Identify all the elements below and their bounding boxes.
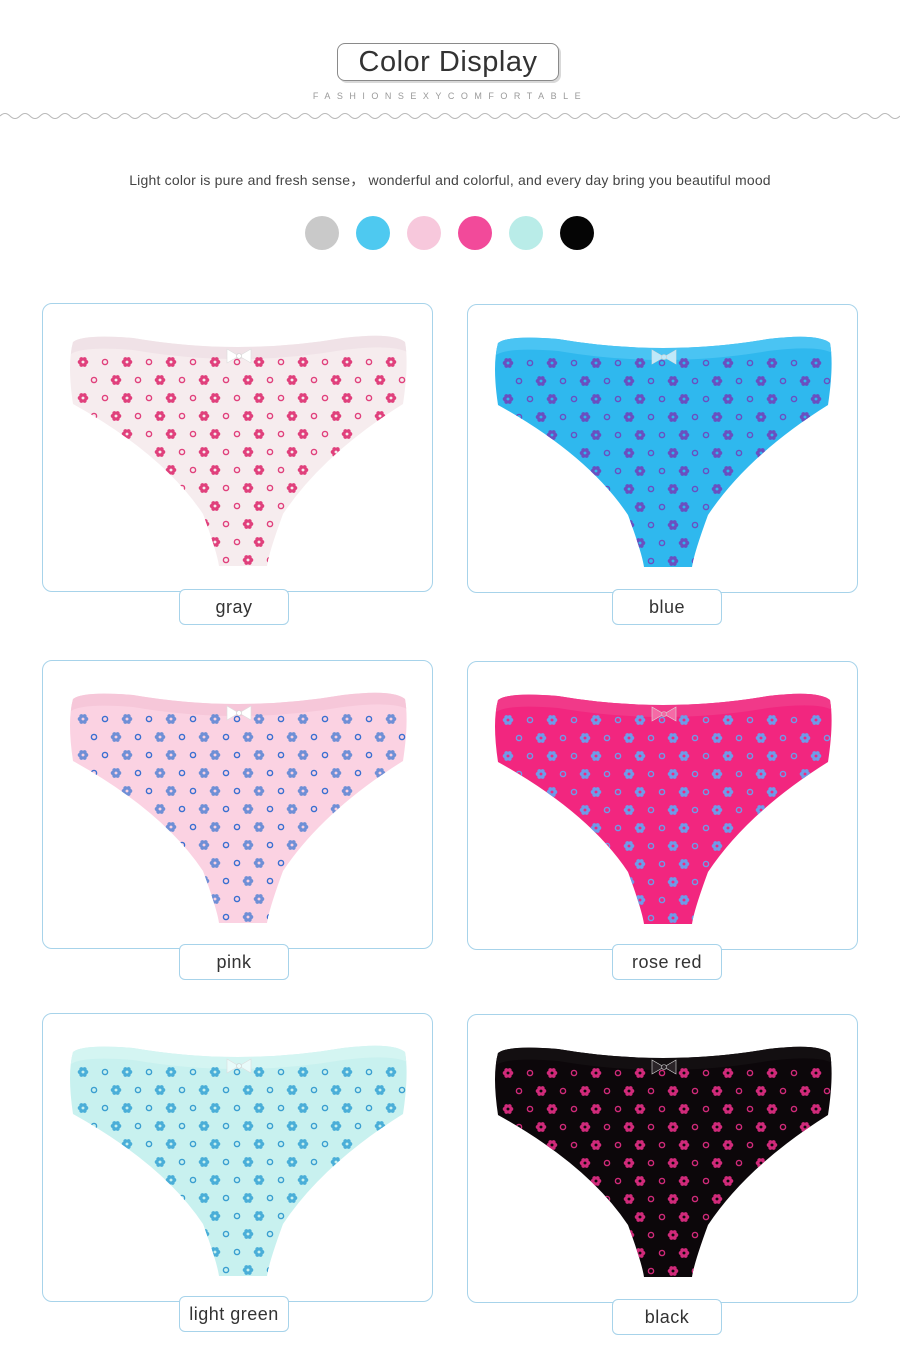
title-box: Color Display bbox=[337, 43, 559, 81]
swatch-black[interactable] bbox=[560, 216, 594, 250]
swatch-light-green[interactable] bbox=[509, 216, 543, 250]
color-label: rose red bbox=[612, 944, 722, 980]
swatch-pink[interactable] bbox=[407, 216, 441, 250]
product-image bbox=[495, 1046, 832, 1277]
color-label: pink bbox=[179, 944, 289, 980]
product-image bbox=[495, 693, 832, 924]
swatch-rose-red[interactable] bbox=[458, 216, 492, 250]
tagline: FASHIONSEXYCOMFORTABLE bbox=[312, 91, 588, 101]
wave-divider bbox=[0, 113, 900, 119]
color-label: light green bbox=[179, 1296, 289, 1332]
product-card-blue[interactable] bbox=[467, 304, 858, 593]
product-image bbox=[70, 335, 407, 566]
color-label: blue bbox=[612, 589, 722, 625]
color-label: black bbox=[612, 1299, 722, 1335]
color-label: gray bbox=[179, 589, 289, 625]
product-image bbox=[70, 692, 407, 923]
product-image bbox=[70, 1045, 407, 1276]
product-image bbox=[495, 336, 832, 567]
swatch-gray[interactable] bbox=[305, 216, 339, 250]
product-card-light-green[interactable] bbox=[42, 1013, 433, 1302]
description-text: Light color is pure and fresh sense， won… bbox=[129, 172, 771, 188]
color-swatches bbox=[305, 216, 595, 250]
product-card-rose-red[interactable] bbox=[467, 661, 858, 950]
product-card-black[interactable] bbox=[467, 1014, 858, 1303]
swatch-blue[interactable] bbox=[356, 216, 390, 250]
product-card-pink[interactable] bbox=[42, 660, 433, 949]
page-title: Color Display bbox=[358, 45, 538, 78]
product-card-gray[interactable] bbox=[42, 303, 433, 592]
